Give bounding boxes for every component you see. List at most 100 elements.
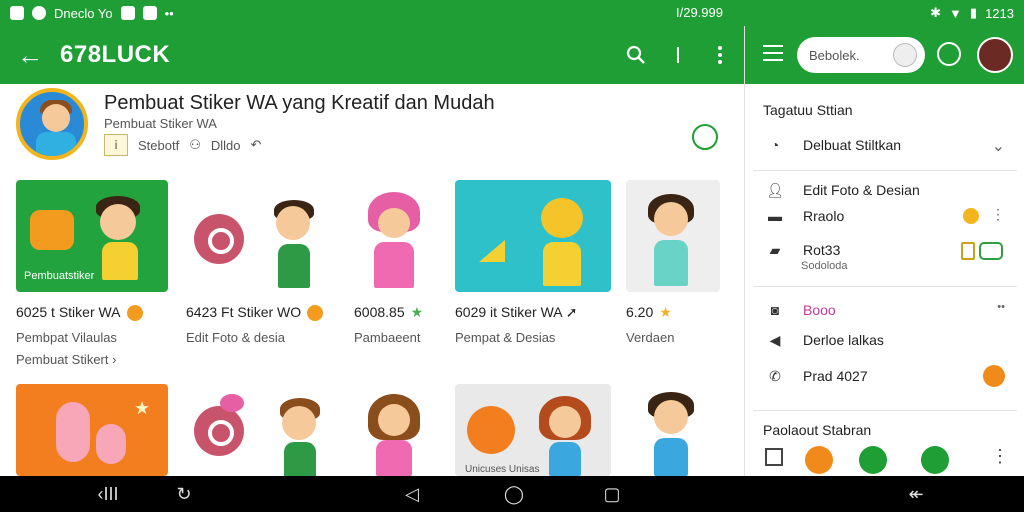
- card-subtitle: Verdaen: [626, 330, 675, 345]
- drawer-header: Bebolek.: [745, 26, 1024, 84]
- side-drawer: Bebolek. Tagatuu Sttian ◔ Delbuat Stiltk…: [744, 26, 1024, 476]
- card-subtitle: Pembpat Vilaulas: [16, 330, 117, 345]
- drawer-item[interactable]: ◙ Booo ••: [745, 294, 1024, 326]
- sticker-thumbnail: Unicuses Unisas: [455, 384, 611, 476]
- overflow-menu-icon[interactable]: [706, 41, 734, 69]
- app-title: 678LUCK: [60, 41, 171, 68]
- drawer-dropdown[interactable]: ◔ Delbuat Stiltkan ⌄: [745, 129, 1024, 161]
- star-icon: ★: [659, 304, 672, 320]
- home-icon[interactable]: ◯: [502, 482, 526, 506]
- sticker-logo: [30, 210, 74, 250]
- divider: [753, 410, 1017, 411]
- app-shortcut-icon[interactable]: [805, 446, 833, 474]
- app-bar: ← 678LUCK: [0, 26, 744, 84]
- sticker-badge: [467, 406, 515, 454]
- card-subtitle: Edit Foto & desia: [186, 330, 285, 345]
- sticker-thumbnail: [354, 180, 438, 292]
- card-title: 6423 Ft Stiker WO: [186, 304, 324, 322]
- search-icon[interactable]: [622, 41, 650, 69]
- more-vert-icon[interactable]: ⋮: [991, 206, 1005, 223]
- back-icon[interactable]: ◁: [400, 482, 424, 506]
- drawer-item[interactable]: ◀ Derloe lalkas: [745, 324, 1024, 356]
- card-icon: ▬: [768, 208, 782, 224]
- drawer-item-label: Rraolo: [803, 208, 845, 224]
- drawer-item-label: Prad 4027: [803, 368, 868, 384]
- sticker-circle-icon: [194, 214, 244, 264]
- recent-apps-icon[interactable]: ‹III: [88, 482, 128, 506]
- bunny-illustration: [56, 402, 90, 462]
- message-icon[interactable]: [937, 42, 961, 66]
- info-icon: ⅰ: [104, 134, 128, 156]
- status-left-text: Dneclo Yo: [54, 5, 113, 21]
- pink-blob: [220, 394, 244, 412]
- drawer-item[interactable]: ▰ Rot33 Sodoloda: [745, 234, 1024, 272]
- drawer-item-label: Derloe lalkas: [803, 332, 884, 348]
- grid-icon[interactable]: [765, 448, 783, 466]
- battery-icon: ▮: [969, 5, 978, 20]
- nav-back-arrow-icon[interactable]: ↞: [904, 482, 928, 506]
- profile-face-icon: [893, 43, 917, 67]
- search-text: Bebolek.: [809, 47, 860, 63]
- key-icon: [963, 208, 979, 224]
- star-icon: ★: [410, 304, 424, 320]
- wifi-icon: ▼: [949, 5, 962, 21]
- toggle-icon[interactable]: [979, 242, 1003, 260]
- app-info-header: Pembuat Stiker WA yang Kreatif dan Mudah…: [0, 84, 744, 170]
- chevron-down-icon[interactable]: ⌄: [992, 136, 1005, 156]
- bunny-illustration-2: [96, 424, 126, 464]
- hamburger-menu-icon[interactable]: [763, 45, 783, 63]
- search-input[interactable]: Bebolek.: [797, 37, 925, 73]
- vimeo-icon[interactable]: [859, 446, 887, 474]
- drawer-bottom-title: Paolaout Stabran: [763, 422, 872, 438]
- undo-icon[interactable]: ↶: [250, 137, 261, 153]
- rotate-icon[interactable]: ↻: [172, 482, 196, 506]
- card-title: 6.20 ★: [626, 304, 672, 320]
- thumb-caption: Unicuses Unisas: [465, 464, 540, 475]
- users-icon: ⚇: [189, 137, 201, 152]
- send-icon: ◀: [769, 331, 781, 348]
- drawer-item-sub: Sodoloda: [801, 260, 848, 272]
- sticker-thumbnail: [455, 180, 611, 292]
- badge-icon: [126, 305, 143, 322]
- sticker-circle-icon: [194, 406, 244, 456]
- sticker-thumbnail: [186, 384, 332, 476]
- app-info-title: Pembuat Stiker WA yang Kreatif dan Mudah: [104, 92, 495, 114]
- card-title: 6025 t Stiker WA: [16, 304, 143, 322]
- sticker-thumbnail: [186, 180, 332, 292]
- more-icon[interactable]: ••: [997, 301, 1005, 313]
- more-vert-icon[interactable]: ⋮: [991, 446, 1009, 467]
- drawer-item[interactable]: ✆ Prad 4027: [745, 360, 1024, 392]
- more-dots-icon: ••: [164, 5, 174, 21]
- triangle-shape: [479, 240, 505, 262]
- overview-icon[interactable]: ▢: [600, 482, 624, 506]
- sticker-thumbnail: [626, 180, 720, 292]
- drawer-item-label: Booo: [803, 302, 836, 318]
- drawer-bottom-bar: ⋮: [745, 440, 1024, 476]
- drawer-item[interactable]: ▬ Rraolo ⋮: [745, 200, 1024, 232]
- card-title: 6029 it Stiker WA ➚: [455, 304, 578, 320]
- screen: Dneclo Yo •• I/29.999 ✱ ▼ ▮ 1213 ← 678LU…: [0, 0, 1024, 512]
- sticker-thumbnail: ★: [16, 384, 168, 476]
- app-icon: [32, 6, 46, 20]
- chevron-icon: ›: [112, 352, 117, 367]
- sticker-thumbnail: [626, 384, 720, 476]
- filter-icon[interactable]: [664, 41, 692, 69]
- dropdown-label: Delbuat Stiltkan: [803, 137, 902, 153]
- bookmark-icon: [961, 242, 975, 260]
- phone-icon: ✆: [769, 367, 781, 384]
- folder-icon: ▰: [769, 241, 781, 258]
- app-info-subtitle: Pembuat Stiker WA: [104, 116, 217, 131]
- location-icon[interactable]: [921, 446, 949, 474]
- app-logo: [16, 88, 88, 160]
- badge-icon: [307, 305, 324, 322]
- share-icon: ➚: [565, 304, 578, 320]
- system-nav-bar: ‹III ↻ ◁ ◯ ▢ ↞: [0, 476, 1024, 512]
- sticker-thumbnail: Pembuatstiker: [16, 180, 168, 292]
- chat-icon[interactable]: [692, 124, 718, 150]
- divider: [753, 286, 1017, 287]
- status-dot-icon: [983, 365, 1005, 387]
- app-meta-2: Dlldo: [210, 137, 241, 153]
- avatar[interactable]: [977, 37, 1013, 73]
- back-arrow-icon[interactable]: ←: [0, 26, 60, 84]
- notification-icon: [10, 6, 24, 20]
